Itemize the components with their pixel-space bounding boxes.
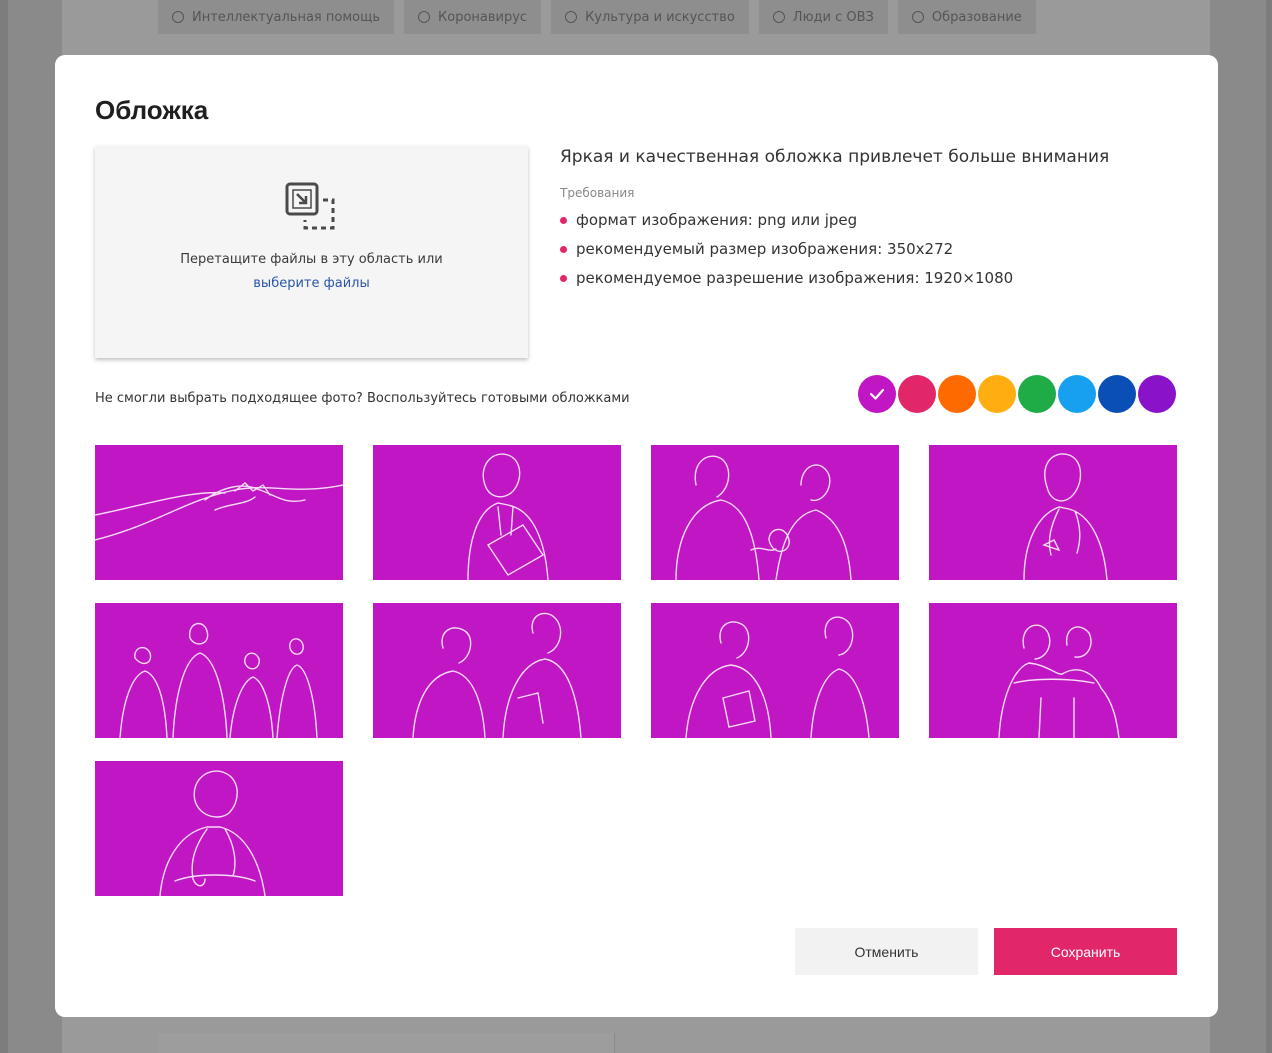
cover-option[interactable] — [651, 603, 899, 738]
cover-option[interactable] — [95, 603, 343, 738]
color-picker — [858, 375, 1176, 413]
requirements-list: формат изображения: png или jpeg рекомен… — [560, 206, 1180, 293]
cover-option[interactable] — [929, 603, 1177, 738]
requirement-text: рекомендуемое разрешение изображения: 19… — [576, 269, 1014, 287]
ready-covers-text: Не смогли выбрать подходящее фото? Воспо… — [95, 391, 630, 406]
doctor-consultation-illustration — [685, 616, 870, 738]
category-tag-label: Коронавирус — [438, 9, 528, 25]
cover-option[interactable] — [929, 445, 1177, 580]
save-button[interactable]: Сохранить — [994, 928, 1177, 975]
requirement-item: формат изображения: png или jpeg — [560, 206, 1180, 235]
category-tag: Образование — [897, 0, 1036, 34]
background-field — [158, 1033, 615, 1053]
doctor-with-family-illustration — [675, 455, 852, 580]
color-swatch[interactable] — [858, 375, 896, 413]
cover-grid — [95, 445, 1178, 897]
doctor-portrait-illustration — [159, 770, 266, 896]
upload-image-icon — [285, 182, 335, 230]
category-tag: Культура и искусство — [551, 0, 749, 34]
category-tag: Коронавирус — [404, 0, 542, 34]
color-swatch[interactable] — [1138, 375, 1176, 413]
category-tag-label: Люди с ОВЗ — [792, 9, 874, 25]
cover-option[interactable] — [373, 603, 621, 738]
background-category-tags: Интеллектуальная помощь Коронавирус Куль… — [158, 0, 1036, 34]
modal-title: Обложка — [95, 95, 209, 125]
color-swatch[interactable] — [1058, 375, 1096, 413]
requirement-text: формат изображения: png или jpeg — [576, 211, 858, 229]
color-swatch[interactable] — [1098, 375, 1136, 413]
requirement-text: рекомендуемый размер изображения: 350x27… — [576, 240, 954, 258]
cover-option[interactable] — [95, 445, 343, 580]
bullet-icon — [560, 246, 567, 253]
color-swatch[interactable] — [1018, 375, 1056, 413]
color-swatch[interactable] — [938, 375, 976, 413]
category-icon — [565, 11, 578, 23]
category-icon — [911, 11, 924, 23]
requirement-item: рекомендуемое разрешение изображения: 19… — [560, 264, 1180, 293]
category-tag-label: Интеллектуальная помощь — [192, 9, 381, 25]
cover-option[interactable] — [95, 761, 343, 896]
category-icon — [172, 11, 184, 23]
cover-info: Яркая и качественная обложка привлечет б… — [560, 147, 1180, 293]
cover-modal: Обложка Перетащите файлы в эту область и… — [55, 55, 1218, 1017]
color-swatch[interactable] — [898, 375, 936, 413]
handshake-illustration — [95, 482, 343, 541]
category-icon — [418, 11, 431, 23]
category-tag-label: Культура и искусство — [585, 9, 735, 25]
category-tag: Люди с ОВЗ — [758, 0, 888, 34]
cancel-button[interactable]: Отменить — [795, 928, 978, 975]
category-icon — [772, 11, 785, 23]
doctor-with-clipboard-illustration — [467, 453, 549, 580]
category-tag: Интеллектуальная помощь — [158, 0, 395, 34]
medical-team-illustration — [119, 622, 318, 738]
cover-option[interactable] — [373, 445, 621, 580]
nurse-illustration — [1023, 453, 1108, 580]
choose-files-link[interactable]: выберите файлы — [95, 276, 528, 291]
bullet-icon — [560, 275, 567, 282]
doctor-with-patient-illustration — [412, 612, 582, 738]
cover-option[interactable] — [651, 445, 899, 580]
dropzone-text: Перетащите файлы в эту область или — [180, 252, 443, 267]
info-headline: Яркая и качественная обложка привлечет б… — [560, 147, 1110, 167]
requirements-label: Требования — [560, 186, 635, 200]
check-icon — [869, 388, 885, 400]
embracing-people-illustration — [998, 624, 1120, 738]
file-dropzone[interactable]: Перетащите файлы в эту область или выбер… — [95, 146, 528, 358]
color-swatch[interactable] — [978, 375, 1016, 413]
bullet-icon — [560, 217, 567, 224]
category-tag-label: Образование — [931, 9, 1022, 25]
requirement-item: рекомендуемый размер изображения: 350x27… — [560, 235, 1180, 264]
